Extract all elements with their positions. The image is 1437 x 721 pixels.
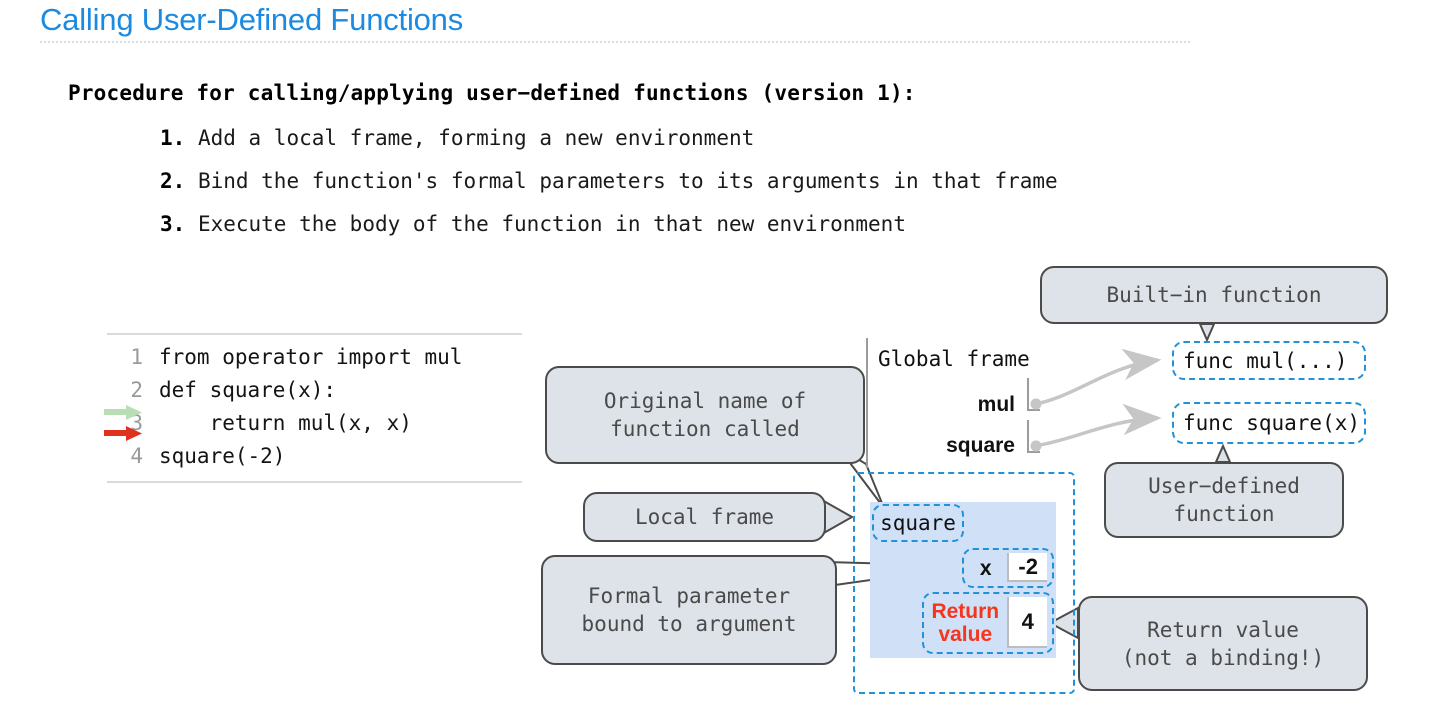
- code-line-text: return mul(x, x): [159, 411, 412, 435]
- code-line-text: def square(x):: [159, 378, 337, 402]
- code-line-number: 3: [130, 411, 143, 435]
- step-text: Execute the body of the function in that…: [197, 212, 906, 236]
- func-value-square: func square(x): [1172, 402, 1366, 444]
- global-frame-bar: [866, 338, 868, 468]
- procedure-step-2: 2. Bind the function's formal parameters…: [160, 169, 1058, 193]
- procedure-step-3: 3. Execute the body of the function in t…: [160, 212, 906, 236]
- code-line: 1 from operator import mul: [107, 341, 522, 374]
- page-title: Calling User-Defined Functions: [40, 2, 464, 37]
- code-line-number: 2: [130, 378, 143, 402]
- callout-tail-localframe: [821, 498, 855, 536]
- code-block: 1 from operator import mul 2 def square(x)…: [107, 333, 522, 483]
- local-binding-x: x -2: [962, 548, 1054, 588]
- code-line-current: 3 return mul(x, x): [107, 407, 522, 440]
- callout-builtin-function: Built−in function: [1040, 266, 1388, 324]
- code-line-text: from operator import mul: [159, 345, 463, 369]
- callout-tail-builtin: [1198, 323, 1216, 343]
- local-binding-return-value-cell: 4: [1006, 597, 1047, 648]
- code-line-text: square(-2): [159, 444, 286, 468]
- global-binding-mul: mul: [977, 393, 1015, 416]
- callout-formal-parameter: Formal parameter bound to argument: [541, 555, 837, 665]
- local-binding-x-key: x: [979, 556, 992, 580]
- step-text: Bind the function's formal parameters to…: [197, 169, 1058, 193]
- code-line-number: 1: [130, 345, 143, 369]
- procedure-step-1: 1. Add a local frame, forming a new envi…: [160, 126, 754, 150]
- pointer-arrow-square: [1039, 403, 1162, 447]
- procedure-heading: Procedure for calling/applying user−defi…: [68, 81, 916, 105]
- global-binding-square: square: [946, 434, 1015, 457]
- step-text: Add a local frame, forming a new environ…: [197, 126, 755, 150]
- title-divider: [40, 41, 1190, 43]
- code-line: 4 square(-2): [107, 440, 522, 473]
- local-binding-x-value: -2: [1007, 553, 1047, 582]
- step-number: 1.: [160, 126, 186, 150]
- callout-original-name: Original name of function called: [545, 366, 865, 464]
- callout-local-frame: Local frame: [583, 492, 826, 542]
- step-number: 3.: [160, 212, 186, 236]
- code-line: 2 def square(x):: [107, 374, 522, 407]
- callout-return-value: Return value (not a binding!): [1078, 596, 1368, 691]
- callout-user-defined-function: User−defined function: [1104, 462, 1344, 538]
- global-frame-label: Global frame: [878, 347, 1030, 371]
- func-value-mul: func mul(...): [1172, 341, 1366, 380]
- code-line-number: 4: [130, 444, 143, 468]
- local-binding-return-key: Return value: [931, 600, 1000, 646]
- binding-dot-square: [1030, 440, 1042, 452]
- local-binding-return-value: Return value 4: [922, 592, 1054, 654]
- local-frame-name: square: [872, 504, 964, 542]
- pointer-arrow-mul: [1039, 348, 1162, 405]
- callout-tail-userdefined: [1214, 443, 1232, 463]
- binding-dot-mul: [1030, 398, 1042, 410]
- step-number: 2.: [160, 169, 186, 193]
